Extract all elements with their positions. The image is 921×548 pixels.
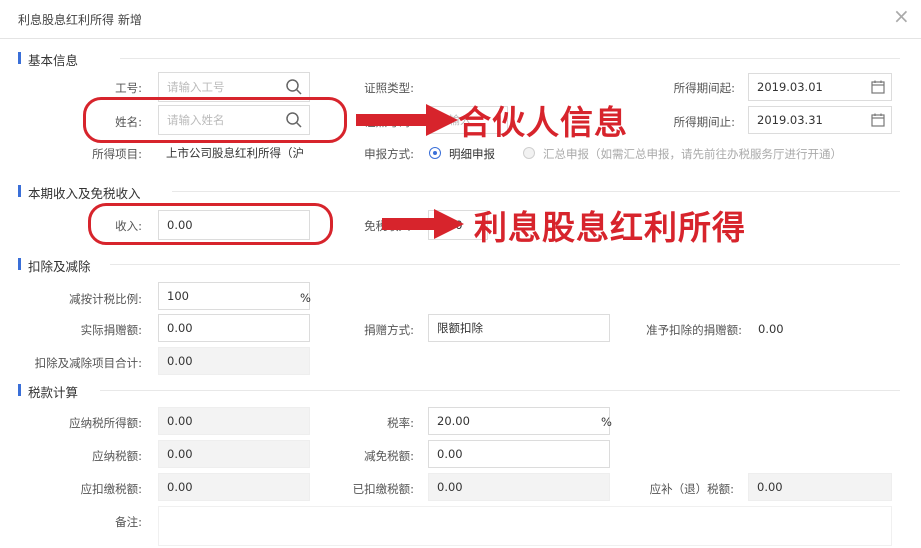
close-icon[interactable]: ×	[893, 6, 910, 26]
highlight-oval-income	[88, 203, 333, 245]
remark-label: 备注:	[115, 515, 142, 529]
taxable-field: 0.00	[158, 407, 310, 435]
declare-summary-label: 汇总申报（如需汇总申报，请先前往办税服务厅进行开通）	[543, 147, 842, 161]
period-start-input[interactable]: 2019.03.01	[748, 73, 892, 101]
donation-method-select[interactable]: 限额扣除	[428, 314, 610, 342]
declare-mode-label: 申报方式:	[364, 147, 414, 161]
ratio-unit: %	[300, 291, 311, 305]
rate-input[interactable]: 20.00	[428, 407, 610, 435]
refund-label: 应补（退）税额:	[649, 482, 734, 496]
period-end-input[interactable]: 2019.03.31	[748, 106, 892, 134]
employee-id-label: 工号:	[115, 81, 142, 95]
reduction-label: 减免税额:	[364, 449, 414, 463]
rate-unit: %	[601, 415, 612, 429]
withhold-field: 0.00	[158, 473, 310, 501]
calendar-icon[interactable]	[871, 113, 885, 127]
payable-field: 0.00	[158, 440, 310, 468]
donation-label: 实际捐赠额:	[80, 323, 142, 337]
remark-input[interactable]	[158, 506, 892, 546]
red-arrow-icon	[382, 209, 464, 239]
id-type-label: 证照类型:	[364, 81, 414, 95]
red-arrow-icon	[356, 104, 458, 136]
income-item-select[interactable]: 上市公司股息红利所得（沪	[158, 139, 326, 167]
annotation-partner-info: 合伙人信息	[458, 103, 628, 142]
allowed-donation-label: 准予扣除的捐赠额:	[646, 323, 742, 337]
payable-label: 应纳税额:	[92, 449, 142, 463]
ratio-input[interactable]: 100	[158, 282, 310, 310]
divider	[110, 264, 900, 265]
rate-label: 税率:	[387, 416, 414, 430]
withheld-field: 0.00	[428, 473, 610, 501]
period-end-label: 所得期间止:	[673, 115, 735, 129]
annotation-interest-income: 利息股息红利所得	[474, 208, 746, 247]
refund-field: 0.00	[748, 473, 892, 501]
declare-detailed-label: 明细申报	[449, 147, 495, 161]
calendar-icon[interactable]	[871, 80, 885, 94]
reduction-input[interactable]: 0.00	[428, 440, 610, 468]
allowed-donation-value: 0.00	[758, 322, 784, 336]
declare-summary-radio[interactable]	[523, 147, 535, 159]
withheld-label: 已扣缴税额:	[352, 482, 414, 496]
withhold-label: 应扣缴税额:	[80, 482, 142, 496]
divider	[172, 191, 900, 192]
divider	[100, 390, 900, 391]
declare-detailed-radio[interactable]	[429, 147, 441, 159]
divider	[120, 58, 900, 59]
period-start-label: 所得期间起:	[673, 81, 735, 95]
donation-input[interactable]: 0.00	[158, 314, 310, 342]
highlight-oval-name	[83, 97, 347, 143]
income-item-label: 所得项目:	[92, 147, 142, 161]
taxable-label: 应纳税所得额:	[69, 416, 142, 430]
search-icon[interactable]	[285, 78, 303, 96]
deduction-total-field: 0.00	[158, 347, 310, 375]
ratio-label: 减按计税比例:	[69, 292, 142, 306]
donation-method-label: 捐赠方式:	[364, 323, 414, 337]
deduction-total-label: 扣除及减除项目合计:	[34, 356, 142, 370]
dialog-title: 利息股息红利所得 新增	[18, 13, 142, 27]
